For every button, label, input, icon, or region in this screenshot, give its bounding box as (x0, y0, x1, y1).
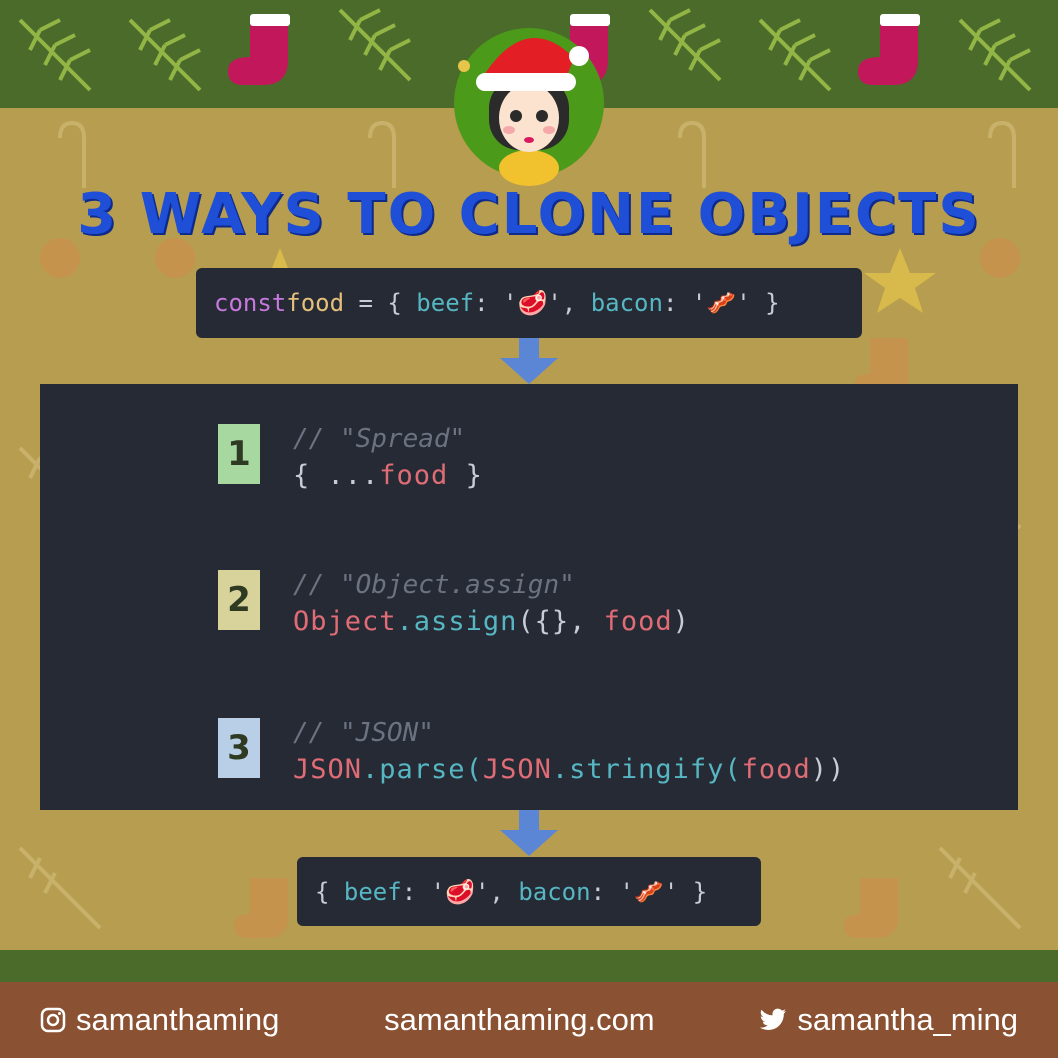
code-variable: food (741, 754, 811, 785)
avatar (454, 28, 604, 186)
code-method: .assign (396, 606, 518, 637)
arrow-down-icon (500, 338, 558, 384)
code-punctuation: } (448, 460, 483, 491)
code-punctuation: = { (344, 289, 417, 317)
code-punctuation: )) (810, 754, 846, 785)
code-variable: food (603, 606, 673, 637)
code-punctuation: : ' (662, 289, 707, 317)
code-punctuation: : ' (474, 289, 518, 317)
method-number-badge: 1 (218, 424, 260, 484)
twitter-handle: samantha_ming (797, 1002, 1018, 1037)
code-punctuation: ({}, (517, 606, 604, 637)
bacon-emoji-icon: 🥓 (633, 877, 664, 906)
code-punctuation: ) (672, 606, 690, 637)
code-keyword: const (214, 289, 287, 317)
method-number-badge: 2 (218, 570, 260, 630)
method-json: 3 // "JSON" JSON.parse(JSON.stringify(fo… (218, 718, 918, 788)
code-object: JSON (482, 754, 552, 785)
steak-emoji-icon: 🥩 (445, 877, 475, 906)
code-punctuation: ' } (736, 289, 780, 317)
code-punctuation: ', (474, 877, 519, 906)
method-comment: // "JSON" (293, 718, 434, 748)
method-comment: // "Object.assign" (293, 570, 575, 600)
footer: samanthaming samanthaming.com samantha_m… (0, 982, 1058, 1058)
code-punctuation: ' } (663, 877, 708, 906)
code-property-bacon: bacon (518, 877, 591, 906)
website-link[interactable]: samanthaming.com (384, 1002, 655, 1038)
steak-emoji-icon: 🥩 (517, 289, 548, 317)
code-property-beef: beef (343, 877, 402, 906)
method-code: JSON.parse(JSON.stringify(food)) (293, 754, 845, 785)
bacon-emoji-icon: 🥓 (706, 289, 737, 317)
instagram-handle: samanthaming (76, 1002, 280, 1037)
arrow-down-icon (500, 810, 558, 856)
page-title: 3 WAYS TO CLONE OBJECTS (77, 182, 981, 247)
source-object-code: const food = { beef: ' 🥩 ', bacon: ' 🥓 ' } (196, 268, 862, 338)
methods-panel: 1 // "Spread" { ...food } 2 // "Object.a… (40, 384, 1018, 810)
code-punctuation: { ... (293, 460, 380, 491)
method-number-badge: 3 (218, 718, 260, 778)
code-variable: food (379, 460, 449, 491)
method-spread: 1 // "Spread" { ...food } (218, 424, 918, 494)
bottom-decor-band (0, 950, 1058, 982)
code-object: Object (293, 606, 397, 637)
twitter-link[interactable]: samantha_ming (759, 1002, 1018, 1038)
code-punctuation: { (315, 877, 344, 906)
code-method: .parse( (362, 754, 483, 785)
method-code: Object.assign({}, food) (293, 606, 690, 637)
code-variable: food (286, 289, 345, 317)
twitter-icon (760, 1008, 787, 1031)
method-code: { ...food } (293, 460, 483, 491)
code-punctuation: ', (547, 289, 591, 317)
code-property-bacon: bacon (590, 289, 663, 317)
cloned-object-code: { beef: ' 🥩 ', bacon: ' 🥓 ' } (297, 857, 761, 926)
website-url: samanthaming.com (384, 1002, 655, 1037)
santa-girl-avatar-icon (458, 38, 589, 186)
code-property-beef: beef (416, 289, 475, 317)
method-object-assign: 2 // "Object.assign" Object.assign({}, f… (218, 570, 918, 640)
code-object: JSON (293, 754, 363, 785)
code-punctuation: : ' (590, 877, 634, 906)
method-comment: // "Spread" (293, 424, 466, 454)
code-punctuation: : ' (401, 877, 446, 906)
instagram-icon (40, 1007, 66, 1033)
code-method: .stringify( (551, 754, 742, 785)
instagram-link[interactable]: samanthaming (40, 1002, 279, 1038)
